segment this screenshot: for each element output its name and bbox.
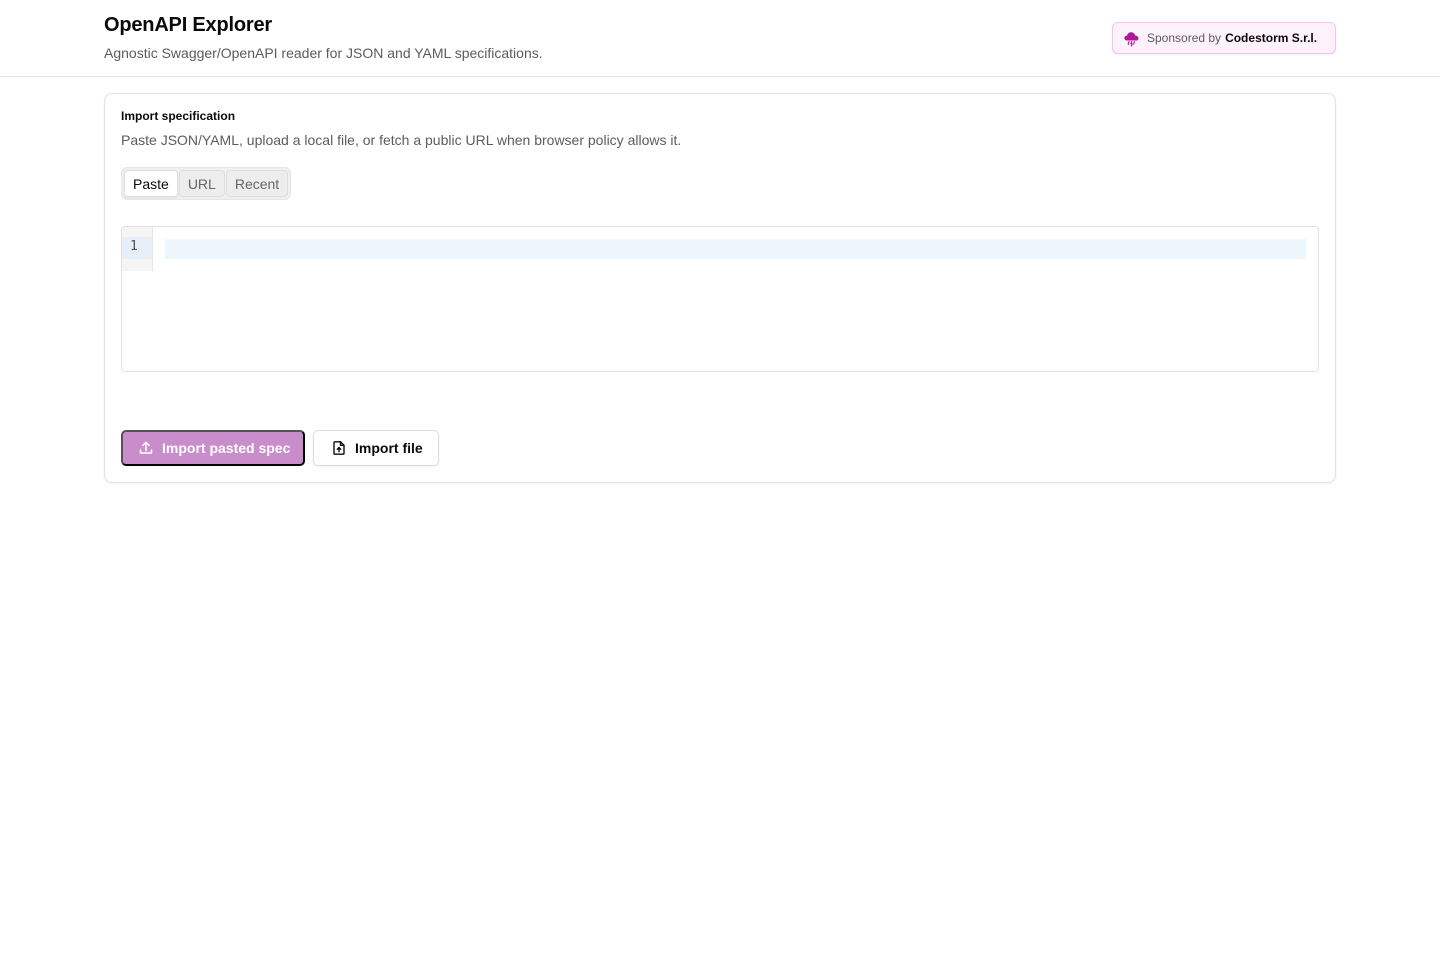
sponsor-brand: Codestorm S.r.l. xyxy=(1225,31,1318,45)
editor-gutter: 1 xyxy=(122,227,153,271)
import-file-button[interactable]: Import file xyxy=(313,430,439,466)
sponsor-prefix: Sponsored by xyxy=(1147,31,1222,45)
import-pasted-spec-button[interactable]: Import pasted spec xyxy=(121,430,305,466)
import-tabs: Paste URL Recent xyxy=(121,167,292,200)
editor-active-line[interactable] xyxy=(165,239,1306,259)
app-title: OpenAPI Explorer xyxy=(104,14,272,36)
import-card: Import specification Paste JSON/YAML, up… xyxy=(104,93,1336,483)
import-pasted-spec-label: Import pasted spec xyxy=(162,440,291,456)
card-title: Import specification xyxy=(121,109,236,123)
app-subtitle: Agnostic Swagger/OpenAPI reader for JSON… xyxy=(104,45,543,61)
storm-cloud-icon xyxy=(1123,30,1140,47)
tab-paste[interactable]: Paste xyxy=(124,170,178,197)
tab-recent[interactable]: Recent xyxy=(225,170,289,197)
sponsor-badge[interactable]: Sponsored by Codestorm S.r.l. xyxy=(1112,22,1336,54)
file-upload-icon xyxy=(331,440,347,456)
line-number: 1 xyxy=(130,239,138,254)
app-header: OpenAPI Explorer Agnostic Swagger/OpenAP… xyxy=(0,0,1440,77)
import-file-label: Import file xyxy=(355,440,423,456)
spec-editor[interactable]: 1 xyxy=(121,226,1319,372)
upload-icon xyxy=(138,440,154,456)
card-description: Paste JSON/YAML, upload a local file, or… xyxy=(121,132,682,148)
tab-url[interactable]: URL xyxy=(178,170,225,197)
